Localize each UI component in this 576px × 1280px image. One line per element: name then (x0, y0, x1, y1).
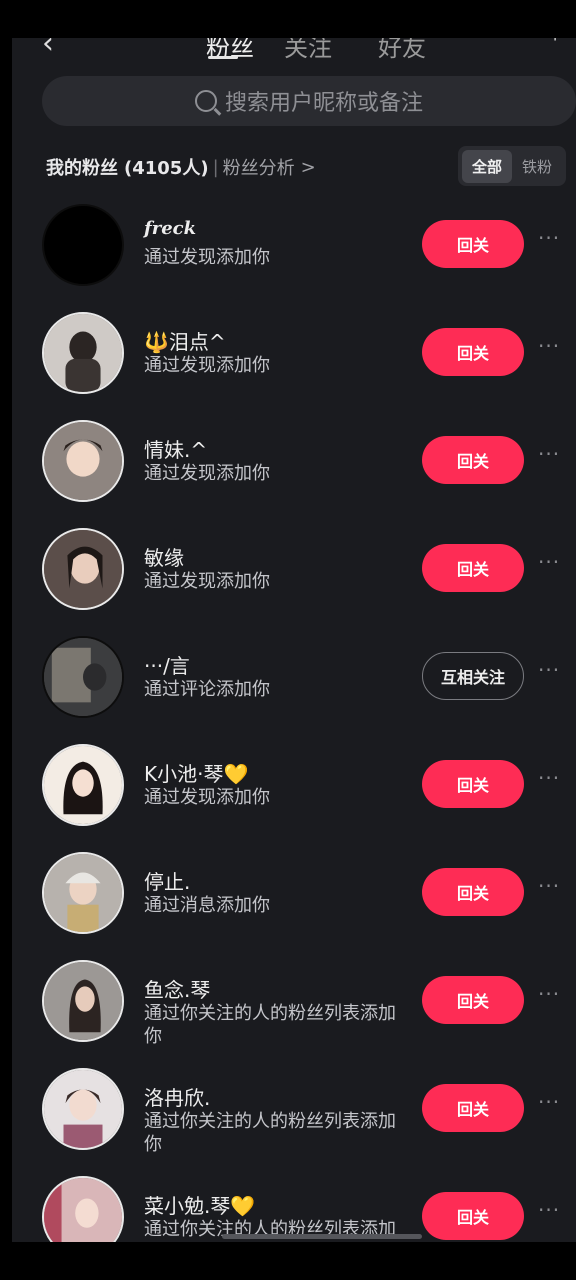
follow-back-button[interactable]: 回关 (422, 328, 524, 376)
follower-name: 停止. (144, 870, 191, 894)
avatar[interactable] (42, 960, 124, 1042)
follower-name: ···/言 (144, 654, 190, 678)
follow-back-button[interactable]: 回关 (422, 544, 524, 592)
follow-back-button[interactable]: 回关 (422, 220, 524, 268)
tab-fans[interactable]: 粉丝 (206, 38, 254, 63)
search-icon (194, 90, 217, 112)
list-item[interactable]: 鱼念.琴 通过你关注的人的粉丝列表添加你 回关 ··· (12, 956, 576, 1056)
chevron-right-icon[interactable]: > (301, 157, 316, 178)
follow-back-button[interactable]: 回关 (422, 1192, 524, 1240)
list-item[interactable]: 敏缘 通过发现添加你 回关 ··· (12, 524, 576, 624)
more-icon[interactable]: ··· (538, 658, 560, 682)
search-input[interactable]: 搜索用户昵称或备注 (42, 76, 576, 126)
follow-source: 通过发现添加你 (144, 463, 270, 484)
list-item[interactable]: 菜小勉.琴💛 通过你关注的人的粉丝列表添加你 回关 ··· (12, 1172, 576, 1242)
tab-friends[interactable]: 好友 (378, 38, 426, 63)
list-item[interactable]: 🔱泪点^ 通过发现添加你 回关 ··· (12, 308, 576, 408)
list-item[interactable]: K小池·琴💛 通过发现添加你 回关 ··· (12, 740, 576, 840)
avatar[interactable] (42, 420, 124, 502)
follow-source: 通过发现添加你 (144, 787, 270, 808)
follow-source: 通过你关注的人的粉丝列表添加你 (144, 1003, 396, 1047)
more-icon[interactable]: ··· (538, 1090, 560, 1114)
follower-name: K小池·琴💛 (144, 762, 249, 786)
follower-name: 情妹.^ (144, 438, 208, 462)
follow-source: 通过消息添加你 (144, 895, 270, 916)
follow-back-button[interactable]: 回关 (422, 976, 524, 1024)
search-placeholder: 搜索用户昵称或备注 (224, 91, 423, 116)
follow-back-button[interactable]: 回关 (422, 436, 524, 484)
avatar[interactable] (42, 636, 124, 718)
filter-all[interactable]: 全部 (462, 149, 512, 183)
fans-filter: 全部 铁粉 (458, 146, 566, 186)
more-icon[interactable]: ··· (538, 874, 560, 898)
back-icon[interactable]: ‹ (42, 38, 54, 61)
follow-source: 通过发现添加你 (144, 571, 270, 592)
follow-source: 通过你关注的人的粉丝列表添加你 (144, 1111, 396, 1155)
list-item[interactable]: 停止. 通过消息添加你 回关 ··· (12, 848, 576, 948)
tab-following[interactable]: 关注 (284, 38, 332, 63)
fans-header: 我的粉丝 (4105人) | 粉丝分析 > (46, 154, 316, 180)
followers-screen: ‹ 粉丝 关注 好友 ⁺ 搜索用户昵称或备注 我的粉丝 (4105人) | 粉丝… (12, 38, 576, 1242)
list-item[interactable]: freck 通过发现添加你 回关 ··· (12, 200, 576, 300)
follow-back-button[interactable]: 回关 (422, 1084, 524, 1132)
avatar[interactable] (42, 852, 124, 934)
more-icon[interactable]: ··· (538, 226, 560, 250)
follow-back-button[interactable]: 回关 (422, 868, 524, 916)
avatar[interactable] (42, 1176, 124, 1242)
follower-name: 鱼念.琴 (144, 978, 211, 1002)
fans-title: 我的粉丝 (46, 158, 118, 179)
avatar[interactable] (42, 744, 124, 826)
fans-analysis-link[interactable]: 粉丝分析 (223, 154, 295, 180)
divider: | (212, 156, 219, 178)
list-item[interactable]: 情妹.^ 通过发现添加你 回关 ··· (12, 416, 576, 516)
follower-name: 🔱泪点^ (144, 330, 226, 354)
list-item[interactable]: ···/言 通过评论添加你 互相关注 ··· (12, 632, 576, 732)
list-item[interactable]: 洛冉欣. 通过你关注的人的粉丝列表添加你 回关 ··· (12, 1064, 576, 1164)
active-tab-indicator (208, 56, 238, 59)
more-icon[interactable]: ··· (538, 1198, 560, 1222)
more-icon[interactable]: ··· (538, 334, 560, 358)
follower-name: freck (144, 218, 197, 239)
more-icon[interactable]: ··· (538, 982, 560, 1006)
follower-name: 敏缘 (144, 546, 184, 570)
top-bar: ‹ 粉丝 关注 好友 ⁺ (12, 38, 576, 72)
avatar[interactable] (42, 312, 124, 394)
follower-name: 菜小勉.琴💛 (144, 1194, 256, 1218)
home-indicator (222, 1234, 422, 1239)
mutual-follow-button[interactable]: 互相关注 (422, 652, 524, 700)
add-friend-icon[interactable]: ⁺ (548, 38, 562, 56)
more-icon[interactable]: ··· (538, 442, 560, 466)
avatar[interactable] (42, 1068, 124, 1150)
follow-source: 通过评论添加你 (144, 679, 270, 700)
follow-back-button[interactable]: 回关 (422, 760, 524, 808)
more-icon[interactable]: ··· (538, 550, 560, 574)
avatar[interactable] (42, 528, 124, 610)
filter-iron-fans[interactable]: 铁粉 (512, 150, 562, 183)
avatar[interactable] (42, 204, 124, 286)
follow-source: 通过发现添加你 (144, 355, 270, 376)
follow-source: 通过发现添加你 (144, 247, 270, 268)
more-icon[interactable]: ··· (538, 766, 560, 790)
fans-count: (4105人) (124, 158, 209, 179)
follower-name: 洛冉欣. (144, 1086, 211, 1110)
